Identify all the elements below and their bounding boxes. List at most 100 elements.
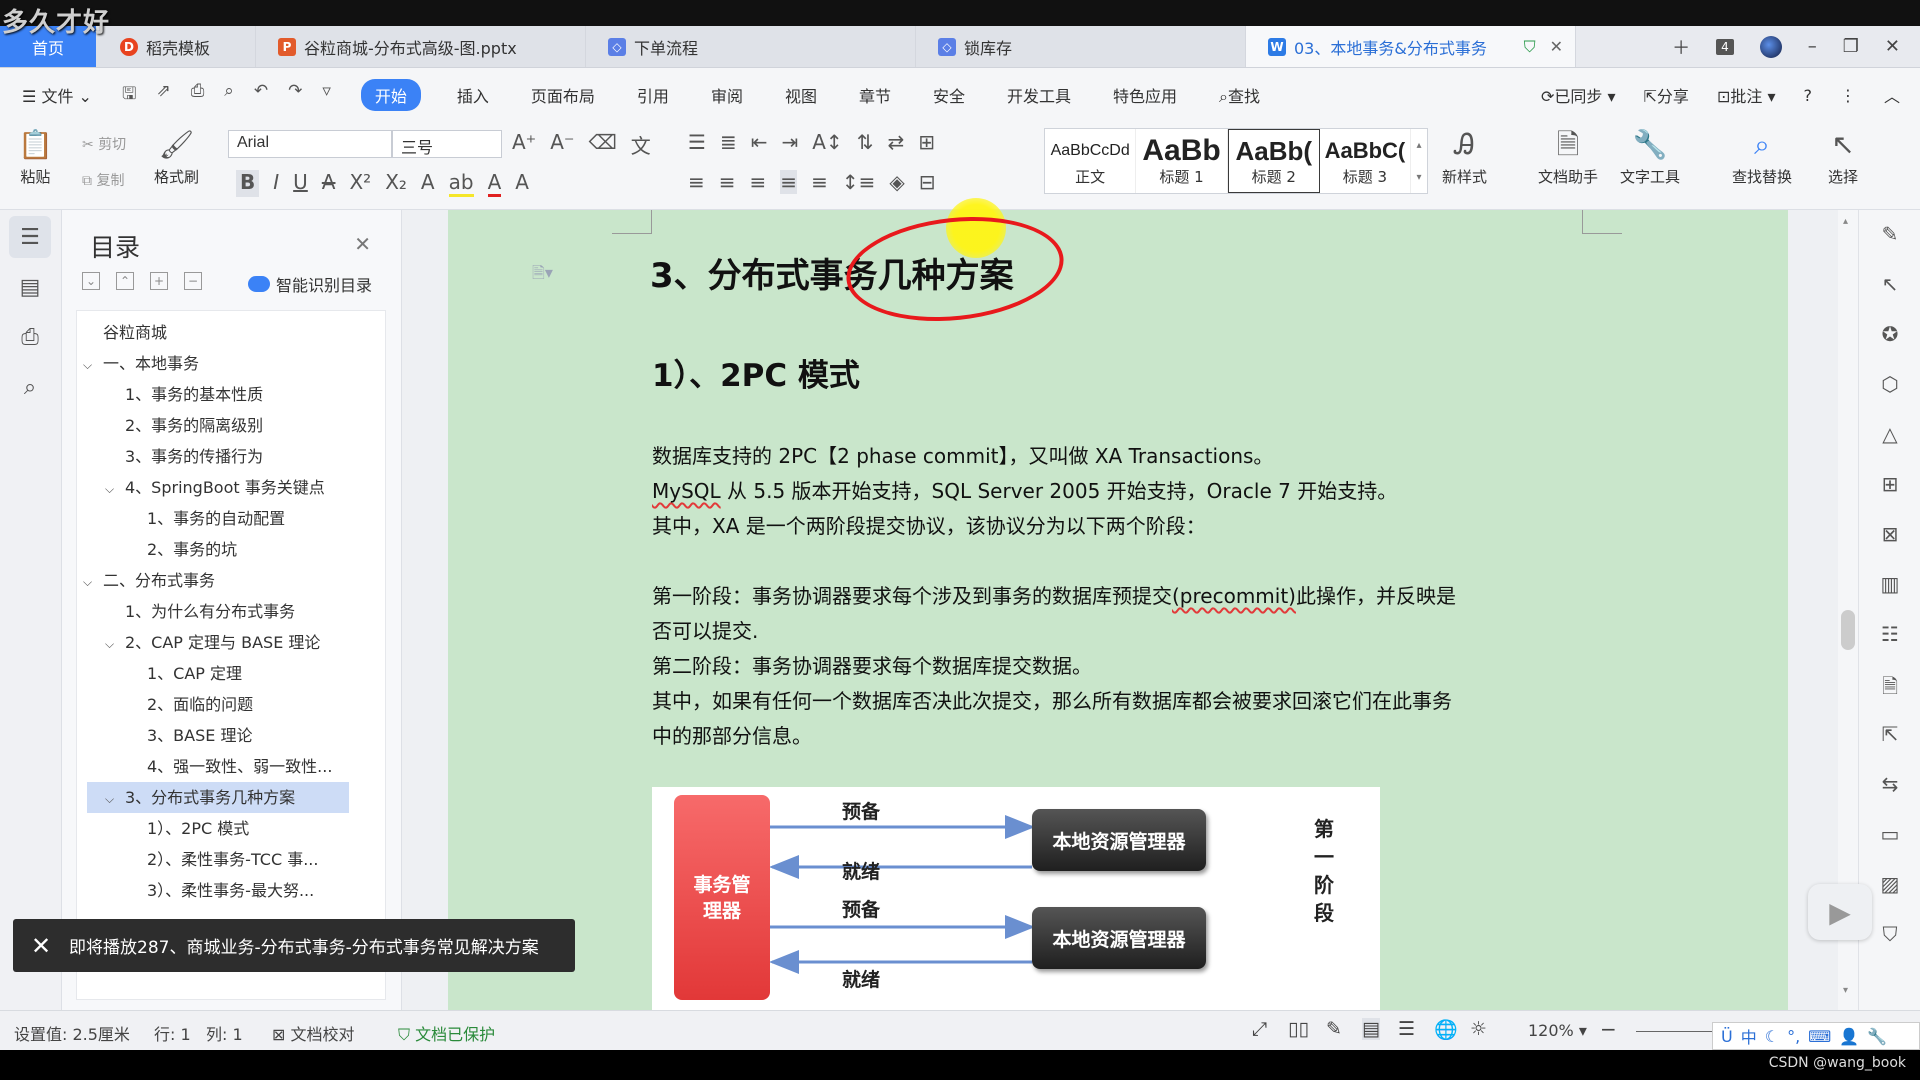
new-tab-icon[interactable]: ＋ — [1672, 34, 1690, 60]
pinyin-icon[interactable]: 文 — [631, 130, 651, 159]
paragraph[interactable]: 其中，XA 是一个两阶段提交协议，该协议分为以下两个阶段： — [652, 510, 1206, 539]
help-icon[interactable]: ? — [1803, 86, 1812, 105]
minimize-icon[interactable]: – — [1808, 36, 1817, 57]
toc-item[interactable]: 2、面临的问题 — [77, 689, 377, 720]
toc-item[interactable]: 3、BASE 理论 — [77, 720, 377, 751]
find-replace-button[interactable]: ⌕ 查找替换 — [1732, 128, 1792, 187]
paragraph-handle-icon[interactable]: 🗎▾ — [532, 262, 553, 289]
zoom-level[interactable]: 120% ▾ — [1528, 1021, 1587, 1040]
bullet-list-icon[interactable]: ☰ — [688, 130, 706, 154]
redo-icon[interactable]: ↷ — [288, 81, 302, 110]
heading-4[interactable]: 1）、2PC 模式 — [652, 350, 860, 395]
box-icon[interactable]: ▭ — [1877, 822, 1903, 846]
more-icon[interactable]: ▿ — [322, 81, 331, 110]
doc-assistant-button[interactable]: 🗎 文档助手 — [1538, 128, 1598, 187]
paragraph[interactable]: 否可以提交. — [652, 615, 758, 644]
chevron-down-icon[interactable]: ⌵ — [83, 567, 103, 596]
avatar[interactable] — [1759, 35, 1782, 58]
toc-item[interactable]: 1、为什么有分布式事务 — [77, 596, 377, 627]
image-icon[interactable]: ▨ — [1877, 872, 1903, 896]
tab-active-doc[interactable]: W 03、本地事务&分布式事务 ⛉ ✕ — [1246, 26, 1576, 67]
play-icon[interactable]: ▶ — [1808, 884, 1872, 940]
smart-toc-button[interactable]: 智能识别目录 — [248, 272, 372, 296]
toc-item[interactable]: ⌵ 二、分布式事务 — [77, 565, 377, 596]
print-icon[interactable]: ⎙ — [191, 81, 205, 110]
chevron-down-icon[interactable]: ⌵ — [83, 350, 103, 379]
collapse-all-icon[interactable]: ⌃ — [116, 272, 134, 290]
sort-icon[interactable]: ⇅ — [857, 130, 874, 154]
toc-item[interactable]: ⌵ 4、SpringBoot 事务关键点 — [77, 472, 377, 503]
strikethrough-icon[interactable]: A — [322, 170, 336, 197]
remove-level-icon[interactable]: − — [184, 272, 202, 290]
toc-item[interactable]: 2）、柔性事务-TCC 事... — [77, 844, 377, 875]
shrink-font-icon[interactable]: A⁻ — [550, 130, 574, 159]
ink-icon[interactable]: △ — [1877, 422, 1903, 446]
new-style-button[interactable]: Ꭿ 新样式 — [1442, 128, 1487, 187]
toc-item[interactable]: ⌵ 2、CAP 定理与 BASE 理论 — [77, 627, 377, 658]
menu-dev-tools[interactable]: 开发工具 — [1007, 83, 1071, 107]
paragraph[interactable]: MySQL 从 5.5 版本开始支持，SQL Server 2005 开始支持，… — [652, 475, 1397, 504]
menu-view[interactable]: 视图 — [785, 83, 817, 107]
close-icon[interactable]: ✕ — [354, 232, 371, 256]
web-view-icon[interactable]: 🌐 — [1434, 1018, 1458, 1041]
toc-item[interactable]: ⌵ 一、本地事务 — [77, 348, 377, 379]
save-icon[interactable]: 🖫 — [122, 81, 136, 110]
paste-button[interactable]: 📋 粘贴 — [18, 128, 53, 187]
scroll-down-icon[interactable]: ▾ — [1843, 985, 1848, 996]
zoom-out-icon[interactable]: − — [1600, 1017, 1617, 1041]
border-icon[interactable]: ⊟ — [919, 170, 936, 194]
proofread-button[interactable]: ⊠ 文档校对 — [272, 1021, 355, 1045]
toc-item[interactable]: 1、事务的基本性质 — [77, 379, 377, 410]
fullscreen-icon[interactable]: ⤢ — [1252, 1018, 1267, 1040]
copy-button[interactable]: ⧉ 复制 — [82, 170, 124, 190]
bookmark-icon[interactable]: ⎙ — [9, 316, 51, 358]
shading-icon[interactable]: ◈ — [889, 170, 904, 194]
next-video-toast[interactable]: ✕ 即将播放287、商城业务-分布式事务-分布式事务常见解决方案 — [13, 919, 575, 972]
print-preview-icon[interactable]: ⌕ — [224, 81, 234, 110]
badge-icon[interactable]: ✪ — [1877, 322, 1903, 346]
text-tools-button[interactable]: 🔧 文字工具 — [1620, 128, 1680, 187]
translate-icon[interactable]: ⇆ — [1877, 772, 1903, 796]
toc-item[interactable]: 谷粒商城 — [77, 317, 377, 348]
export-icon[interactable]: ⇗ — [156, 81, 170, 110]
tab-lock-stock[interactable]: ◇ 锁库存 — [916, 26, 1246, 67]
more-vert-icon[interactable]: ⋮ — [1840, 86, 1856, 105]
outdent-icon[interactable]: ⇤ — [751, 130, 768, 154]
style-normal[interactable]: AaBbCcDd 正文 — [1045, 129, 1137, 193]
font-size-select[interactable]: 三号 — [392, 130, 502, 158]
subscript-icon[interactable]: X₂ — [385, 170, 407, 197]
export-icon[interactable]: ⇱ — [1877, 722, 1903, 746]
outline-view-icon[interactable]: ☰ — [1398, 1018, 1415, 1040]
menu-review[interactable]: 审阅 — [711, 83, 743, 107]
tab-docer[interactable]: D 稻壳模板 — [96, 26, 256, 67]
chevron-down-icon[interactable]: ⌵ — [105, 474, 125, 503]
menu-start[interactable]: 开始 — [360, 79, 421, 111]
shapes-icon[interactable]: ⬡ — [1877, 372, 1903, 396]
sync-button[interactable]: ⟳已同步 ▾ — [1541, 83, 1616, 107]
menu-search[interactable]: ⌕查找 — [1219, 83, 1260, 107]
tab-count-badge[interactable]: 4 — [1716, 38, 1734, 55]
highlight-icon[interactable]: ab — [448, 170, 474, 197]
menu-reference[interactable]: 引用 — [637, 83, 669, 107]
bold-icon[interactable]: B — [236, 170, 260, 197]
toc-item[interactable]: 1）、2PC 模式 — [77, 813, 377, 844]
document-icon[interactable]: 🗎 — [1877, 672, 1903, 706]
style-heading-3[interactable]: AaBbC( 标题 3 — [1320, 129, 1412, 193]
menu-layout[interactable]: 页面布局 — [531, 83, 595, 107]
chevron-down-icon[interactable]: ⌵ — [105, 784, 125, 813]
2pc-diagram[interactable]: 事务管 理器 本地资源管理器 本地资源管理器 预备 就绪 预备 就绪 第一阶段 — [652, 787, 1380, 1010]
paragraph[interactable]: 第二阶段：事务协调器要求每个数据库提交数据。 — [652, 650, 1092, 679]
menu-chapter[interactable]: 章节 — [859, 83, 891, 107]
chart-icon[interactable]: ▥ — [1877, 572, 1903, 596]
align-right-icon[interactable]: ≡ — [750, 170, 767, 194]
reading-mode-icon[interactable]: ▯▯ — [1288, 1018, 1309, 1040]
line-spacing-icon[interactable]: ↕≡ — [842, 170, 876, 194]
share-button[interactable]: ⇱分享 — [1644, 83, 1689, 107]
style-heading-1[interactable]: AaBb 标题 1 — [1136, 129, 1228, 193]
char-shading-icon[interactable]: A — [515, 170, 529, 197]
distribute-icon[interactable]: ≡ — [811, 170, 828, 194]
shield-icon[interactable]: ⛉ — [1877, 922, 1903, 946]
collapse-ribbon-icon[interactable]: ︿ — [1884, 83, 1900, 107]
font-family-select[interactable]: Arial — [228, 130, 392, 158]
restore-icon[interactable]: ❐ — [1843, 36, 1859, 57]
